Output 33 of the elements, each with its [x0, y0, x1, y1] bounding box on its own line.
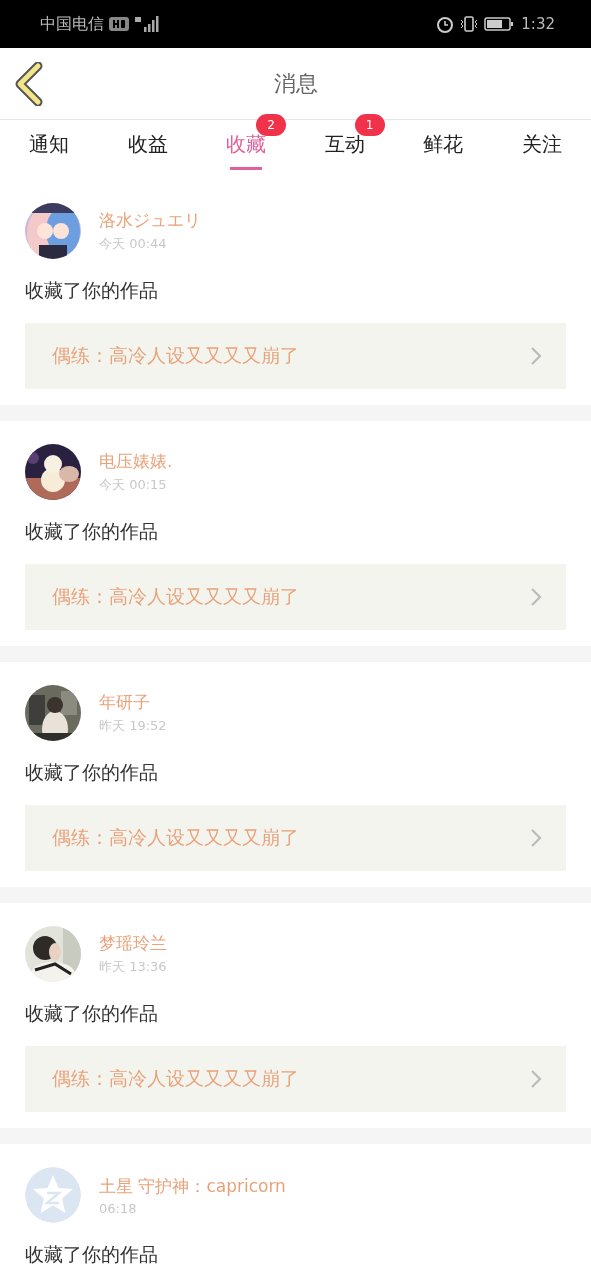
message-text: 收藏了你的作品: [25, 278, 159, 303]
page-title: 消息: [273, 69, 318, 98]
user-name[interactable]: 洛水ジュエリ: [99, 209, 201, 232]
message-text: 收藏了你的作品: [25, 760, 159, 785]
user-name[interactable]: 土星 守护神：capricorn: [99, 1174, 286, 1198]
signal-icon: [134, 15, 160, 33]
work-link[interactable]: 偶练：高冷人设又又又又崩了: [25, 1046, 566, 1112]
tab[interactable]: 鲜花: [423, 120, 464, 160]
tab-indicator: [230, 167, 263, 170]
default-avatar-icon: [25, 1167, 81, 1223]
chevron-right-icon: [530, 1069, 542, 1089]
work-link[interactable]: 偶练：高冷人设又又又又崩了: [25, 564, 566, 630]
user-name[interactable]: 电压婊婊.: [99, 450, 173, 473]
carrier-name: 中国电信: [40, 13, 104, 35]
user-name[interactable]: 梦瑶玲兰: [99, 932, 167, 955]
tab[interactable]: 关注: [521, 120, 562, 160]
user-name[interactable]: 年研子: [99, 691, 167, 714]
hd-icon: [109, 16, 129, 32]
vibrate-icon: [459, 15, 480, 33]
chevron-right-icon: [530, 346, 542, 366]
battery-icon: [484, 16, 515, 32]
clock-time: 1:32: [521, 15, 555, 33]
message-text: 收藏了你的作品: [25, 1001, 159, 1026]
message-text: 收藏了你的作品: [25, 519, 159, 544]
chevron-right-icon: [530, 587, 542, 607]
tab[interactable]: 通知: [29, 120, 70, 160]
work-link[interactable]: 偶练：高冷人设又又又又崩了: [25, 805, 566, 871]
work-link[interactable]: 偶练：高冷人设又又又又崩了: [25, 323, 566, 389]
chevron-right-icon: [530, 828, 542, 848]
alarm-icon: [436, 15, 455, 33]
message-text: 收藏了你的作品: [25, 1242, 159, 1267]
count-badge: 1: [354, 114, 385, 136]
tab[interactable]: 收益: [127, 120, 168, 160]
